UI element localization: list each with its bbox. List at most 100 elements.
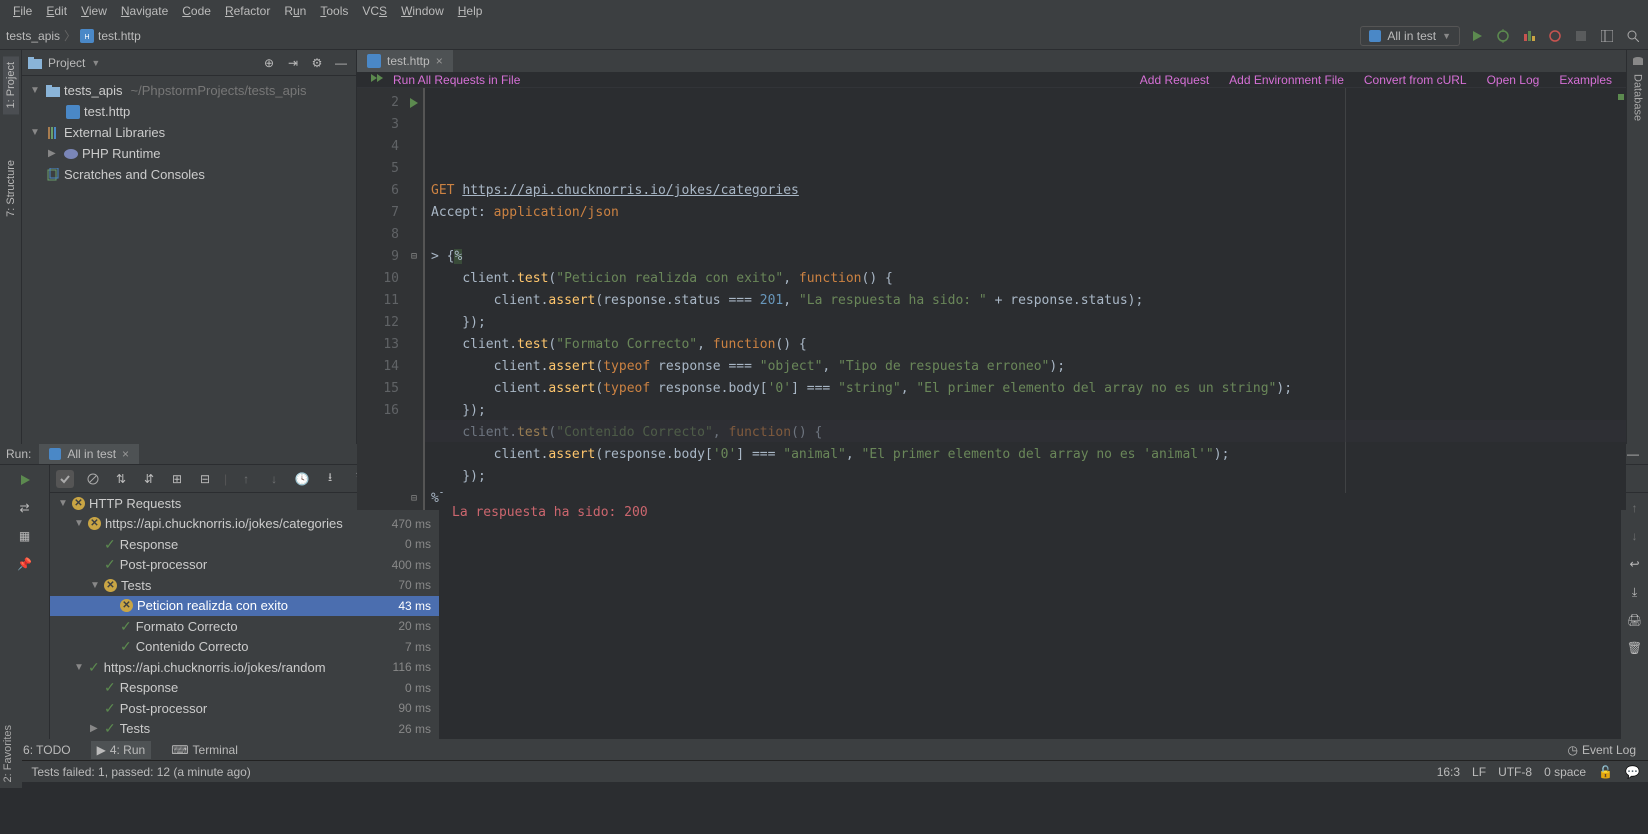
caret-position[interactable]: 16:3	[1437, 765, 1460, 779]
php-runtime[interactable]: ▶PHP Runtime	[22, 143, 356, 164]
run-all-requests[interactable]: Run All Requests in File	[371, 73, 520, 87]
external-libraries[interactable]: ▼External Libraries	[22, 122, 356, 143]
close-icon[interactable]: ×	[122, 447, 129, 461]
next-button[interactable]: ↓	[265, 470, 283, 488]
scratches[interactable]: Scratches and Consoles	[22, 164, 356, 185]
test-tree-row[interactable]: ✕Peticion realizda con exito43 ms	[50, 596, 439, 617]
encoding[interactable]: UTF-8	[1498, 765, 1532, 779]
rerun-button[interactable]	[16, 471, 34, 489]
notification-icon[interactable]: 💬	[1625, 765, 1640, 779]
line-separator[interactable]: LF	[1472, 765, 1486, 779]
menu-navigate[interactable]: Navigate	[114, 2, 175, 20]
layout-button[interactable]	[1598, 27, 1616, 45]
search-everywhere-button[interactable]	[1624, 27, 1642, 45]
database-tool-tab[interactable]: Database	[1630, 68, 1646, 127]
toggle-auto-button[interactable]: ⇄	[16, 499, 34, 517]
status-message: Tests failed: 1, passed: 12 (a minute ag…	[31, 765, 250, 779]
test-tree-row[interactable]: ▼✕https://api.chucknorris.io/jokes/categ…	[50, 514, 439, 535]
prev-button[interactable]: ↑	[237, 470, 255, 488]
test-tree-row[interactable]: ✓Contenido Correcto7 ms	[50, 637, 439, 658]
add-request-link[interactable]: Add Request	[1140, 73, 1209, 87]
test-tree-row[interactable]: ✓Post-processor90 ms	[50, 698, 439, 719]
down-icon[interactable]: ↓	[1626, 527, 1644, 545]
run-tab[interactable]: ▶4: Run	[91, 741, 152, 759]
menu-window[interactable]: Window	[394, 2, 451, 20]
gear-icon[interactable]: ⚙	[308, 54, 326, 72]
add-env-link[interactable]: Add Environment File	[1229, 73, 1344, 87]
sort-button[interactable]: ⇅	[112, 470, 130, 488]
layout-button[interactable]: ▦	[16, 527, 34, 545]
project-root[interactable]: ▼tests_apis~/PhpstormProjects/tests_apis	[22, 80, 356, 101]
editor-tabs: test.http ×	[357, 50, 1626, 73]
editor-tab[interactable]: test.http ×	[357, 50, 453, 72]
test-tree-row[interactable]: ✓Post-processor400 ms	[50, 555, 439, 576]
scroll-icon[interactable]: ⤓	[1626, 583, 1644, 601]
hide-icon[interactable]: —	[332, 54, 350, 72]
run-tab[interactable]: All in test ×	[39, 444, 139, 464]
stop-button[interactable]	[1572, 27, 1590, 45]
test-tree-row[interactable]: ▼✓https://api.chucknorris.io/jokes/rando…	[50, 657, 439, 678]
profile-button[interactable]	[1546, 27, 1564, 45]
hide-icon[interactable]: —	[1624, 445, 1642, 463]
run-config-selector[interactable]: All in test ▼	[1360, 26, 1460, 46]
debug-button[interactable]	[1494, 27, 1512, 45]
expand-button[interactable]: ⊞	[168, 470, 186, 488]
scratch-icon	[46, 168, 60, 182]
menu-code[interactable]: Code	[175, 2, 218, 20]
run-all-label: Run All Requests in File	[393, 73, 520, 87]
editor-tab-label: test.http	[387, 54, 430, 68]
sort-alpha-button[interactable]: ⇵	[140, 470, 158, 488]
collapse-icon[interactable]: ⇥	[284, 54, 302, 72]
examples-link[interactable]: Examples	[1559, 73, 1612, 87]
test-tree-row[interactable]: ✓Formato Correcto20 ms	[50, 616, 439, 637]
project-title: Project	[48, 56, 85, 70]
indent[interactable]: 0 space	[1544, 765, 1586, 779]
test-tree-row[interactable]: ✓Response0 ms	[50, 678, 439, 699]
event-log-tab[interactable]: ◷Event Log	[1561, 741, 1642, 759]
right-tool-stripe: Database	[1626, 50, 1648, 444]
run-button[interactable]	[1468, 27, 1486, 45]
close-icon[interactable]: ×	[436, 54, 443, 68]
test-console[interactable]: La respuesta ha sido: 200	[440, 493, 1620, 739]
pin-button[interactable]: 📌	[16, 555, 34, 573]
show-ignored-button[interactable]	[84, 470, 102, 488]
breadcrumb-file[interactable]: test.http	[98, 29, 141, 43]
test-tree-row[interactable]: ▼✕Tests70 ms	[50, 575, 439, 596]
menu-view[interactable]: View	[74, 2, 114, 20]
convert-curl-link[interactable]: Convert from cURL	[1364, 73, 1467, 87]
collapse-button[interactable]: ⊟	[196, 470, 214, 488]
coverage-button[interactable]	[1520, 27, 1538, 45]
print-icon[interactable]: 🖨	[1626, 611, 1644, 629]
open-log-link[interactable]: Open Log	[1487, 73, 1540, 87]
wrap-icon[interactable]: ↩	[1626, 555, 1644, 573]
code-text[interactable]: GET https://api.chucknorris.io/jokes/cat…	[423, 88, 1626, 510]
menu-run[interactable]: Run	[277, 2, 313, 20]
menu-edit[interactable]: Edit	[39, 2, 74, 20]
breadcrumb-root[interactable]: tests_apis	[6, 29, 60, 43]
project-file[interactable]: test.http	[22, 101, 356, 122]
import-button[interactable]: ⭳	[321, 470, 339, 488]
menu-tools[interactable]: Tools	[313, 2, 355, 20]
run-icon	[371, 74, 385, 86]
clear-icon[interactable]: 🗑	[1626, 639, 1644, 657]
test-tree-row[interactable]: ▶✓Tests26 ms	[50, 719, 439, 740]
show-passed-button[interactable]	[56, 470, 74, 488]
menu-help[interactable]: Help	[451, 2, 490, 20]
up-icon[interactable]: ↑	[1626, 499, 1644, 517]
breadcrumb: tests_apis 〉 H test.http	[6, 27, 141, 44]
test-tree-row[interactable]: ✓Response0 ms	[50, 534, 439, 555]
chevron-down-icon[interactable]: ▼	[91, 58, 100, 68]
readonly-icon[interactable]: 🔓	[1598, 765, 1613, 779]
menu-file[interactable]: File	[6, 2, 39, 20]
favorites-tool-tab[interactable]: 2: Favorites	[0, 719, 16, 788]
locate-icon[interactable]: ⊕	[260, 54, 278, 72]
terminal-tab[interactable]: ⌨Terminal	[165, 741, 244, 759]
structure-tool-tab[interactable]: 7: Structure	[3, 154, 19, 223]
menu-vcs[interactable]: VCS	[355, 2, 394, 20]
console-output: La respuesta ha sido: 200	[452, 505, 1608, 520]
menu-refactor[interactable]: Refactor	[218, 2, 277, 20]
history-button[interactable]: 🕓	[293, 470, 311, 488]
inspection-marker	[1618, 94, 1624, 100]
code-editor[interactable]: 2345678910111213141516 GET https://api.c…	[357, 88, 1626, 510]
project-tool-tab[interactable]: 1: Project	[3, 56, 19, 114]
